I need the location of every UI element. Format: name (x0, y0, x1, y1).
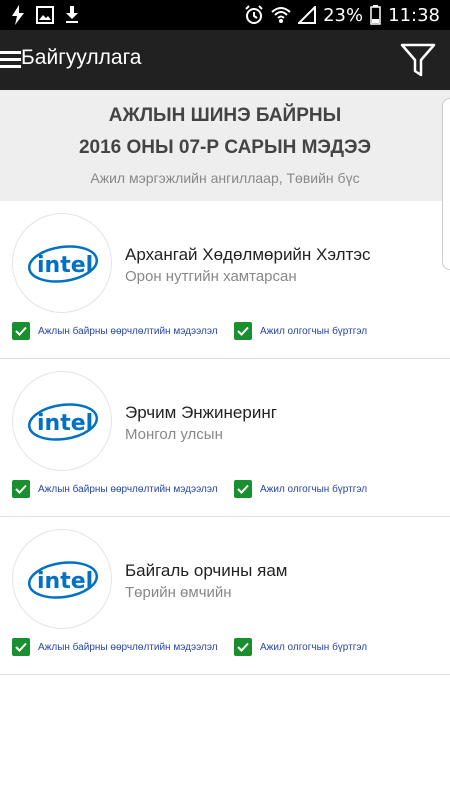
svg-text:intel: intel (37, 569, 93, 594)
checkbox-label: Ажил олгогчын бүртгэл (260, 641, 368, 653)
intel-logo-icon: intel (27, 561, 99, 599)
filter-icon[interactable] (400, 42, 436, 78)
app-bar: Байгууллага (0, 30, 450, 90)
flash-icon (12, 5, 24, 25)
checkbox-label: Ажлын байрны өөрчлөлтийн мэдээлэл (38, 325, 218, 337)
status-system: 23% 11:38 (244, 0, 440, 30)
list-item[interactable]: intel Байгаль орчины яам Төрийн өмчийн А… (0, 517, 450, 675)
check-icon[interactable] (12, 322, 30, 340)
battery-icon (370, 5, 381, 25)
checkbox-job-change-info[interactable]: Ажлын байрны өөрчлөлтийн мэдээлэл (12, 638, 218, 656)
checkbox-job-change-info[interactable]: Ажлын байрны өөрчлөлтийн мэдээлэл (12, 480, 218, 498)
intel-logo-icon: intel (27, 403, 99, 441)
image-icon (36, 6, 54, 24)
signal-icon (298, 6, 317, 24)
org-name: Байгаль орчины яам (125, 561, 288, 580)
check-icon[interactable] (12, 480, 30, 498)
checkbox-label: Ажлын байрны өөрчлөлтийн мэдээлэл (38, 483, 218, 495)
intel-logo-icon: intel (27, 245, 99, 283)
battery-percent: 23% (323, 4, 364, 26)
org-logo: intel (12, 213, 112, 313)
header-title-line1: АЖЛЫН ШИНЭ БАЙРНЫ (108, 105, 342, 126)
status-bar: 23% 11:38 (0, 0, 450, 30)
header-title-line2: 2016 ОНЫ 07-Р САРЫН МЭДЭЭ (78, 137, 372, 158)
checkbox-employer-registry[interactable]: Ажил олгогчын бүртгэл (234, 480, 367, 498)
checkbox-job-change-info[interactable]: Ажлын байрны өөрчлөлтийн мэдээлэл (12, 322, 218, 340)
checkbox-employer-registry[interactable]: Ажил олгогчын бүртгэл (234, 322, 367, 340)
org-subtitle: Төрийн өмчийн (125, 584, 232, 601)
clock: 11:38 (388, 4, 440, 26)
svg-text:intel: intel (37, 411, 93, 436)
svg-text:intel: intel (37, 253, 93, 278)
org-logo: intel (12, 529, 112, 629)
org-name: Эрчим Энжинеринг (125, 403, 277, 422)
check-icon[interactable] (234, 638, 252, 656)
org-subtitle: Орон нутгийн хамтарсан (125, 268, 297, 285)
org-subtitle: Монгол улсын (125, 426, 223, 443)
org-logo: intel (12, 371, 112, 471)
checkbox-label: Ажил олгогчын бүртгэл (260, 483, 368, 495)
status-notifications (0, 5, 80, 25)
wifi-icon (271, 7, 291, 23)
app-title: Байгууллага (21, 46, 142, 69)
check-icon[interactable] (234, 322, 252, 340)
download-icon (66, 6, 78, 23)
list-item[interactable]: intel Архангай Хөдөлмөрийн Хэлтэс Орон н… (0, 201, 450, 359)
checkbox-employer-registry[interactable]: Ажил олгогчын бүртгэл (234, 638, 367, 656)
hamburger-menu-icon[interactable] (0, 51, 21, 69)
news-header: АЖЛЫН ШИНЭ БАЙРНЫ 2016 ОНЫ 07-Р САРЫН МЭ… (0, 90, 450, 201)
check-icon[interactable] (234, 480, 252, 498)
header-subtitle: Ажил мэргэжлийн ангиллаар, Төвийн бүс (90, 170, 360, 186)
organization-list: intel Архангай Хөдөлмөрийн Хэлтэс Орон н… (0, 201, 450, 675)
org-name: Архангай Хөдөлмөрийн Хэлтэс (125, 245, 371, 264)
alarm-icon (245, 5, 263, 24)
checkbox-label: Ажил олгогчын бүртгэл (260, 325, 368, 337)
check-icon[interactable] (12, 638, 30, 656)
list-item[interactable]: intel Эрчим Энжинеринг Монгол улсын Ажлы… (0, 359, 450, 517)
checkbox-label: Ажлын байрны өөрчлөлтийн мэдээлэл (38, 641, 218, 653)
